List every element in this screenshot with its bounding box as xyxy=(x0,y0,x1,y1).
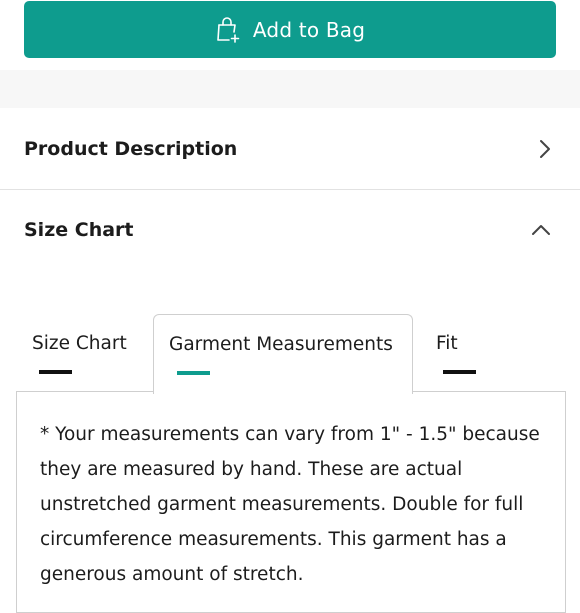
tab-label: Fit xyxy=(436,333,458,354)
accordion-size-chart[interactable]: Size Chart xyxy=(0,192,580,268)
divider xyxy=(0,189,580,190)
accordion-product-description[interactable]: Product Description xyxy=(0,110,580,188)
tab-size-chart[interactable]: Size Chart xyxy=(32,314,152,392)
tab-garment-measurements[interactable]: Garment Measurements xyxy=(153,314,413,394)
tab-fit[interactable]: Fit xyxy=(436,314,496,392)
tab-label: Garment Measurements xyxy=(169,334,393,355)
size-tabs: Size Chart Garment Measurements Fit xyxy=(0,314,580,394)
tab-label: Size Chart xyxy=(32,333,127,354)
accordion-title: Product Description xyxy=(24,138,238,160)
chevron-up-icon xyxy=(530,223,552,237)
add-to-bag-button[interactable]: Add to Bag xyxy=(24,1,556,58)
section-spacer xyxy=(0,70,580,108)
shopping-bag-plus-icon xyxy=(215,16,241,44)
chevron-right-icon xyxy=(538,138,552,160)
tab-indicator-active xyxy=(177,371,210,375)
add-to-bag-label: Add to Bag xyxy=(252,17,366,42)
tab-indicator xyxy=(39,370,72,374)
accordion-title: Size Chart xyxy=(24,219,134,241)
tab-indicator xyxy=(443,370,476,374)
measurement-note: * Your measurements can vary from 1" - 1… xyxy=(40,424,540,585)
